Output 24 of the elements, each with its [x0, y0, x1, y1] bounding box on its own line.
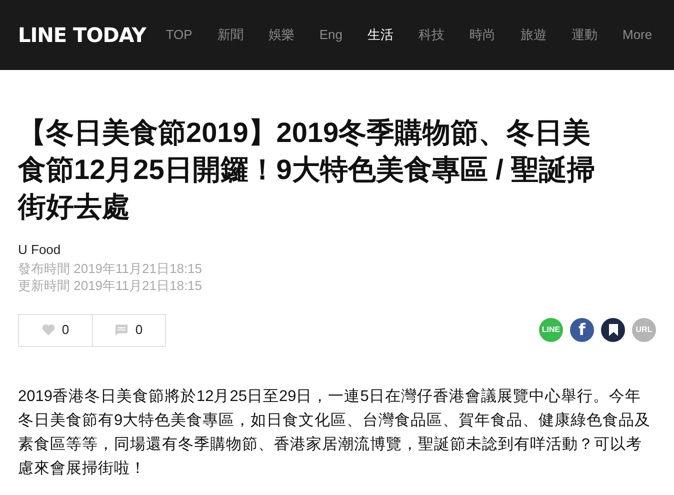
article-title: 【冬日美食節2019】2019冬季購物節、冬日美食節12月25日開鑼！9大特色美食專區 / 聖誕掃街好去處: [18, 116, 596, 224]
nav-tab[interactable]: 生活: [367, 25, 394, 45]
bookmark-icon: [608, 324, 618, 336]
nav-tab[interactable]: 時尚: [469, 25, 496, 45]
line-share-button[interactable]: LINE: [539, 318, 563, 342]
bookmark-button[interactable]: [601, 318, 625, 342]
comment-button[interactable]: 0: [92, 314, 165, 346]
update-time: 更新時間 2019年11月21日18:15: [18, 276, 204, 294]
nav-tab[interactable]: More: [622, 25, 652, 45]
like-button[interactable]: 0: [19, 314, 92, 346]
author-name: U Food: [18, 241, 62, 259]
nav-tab[interactable]: 娛樂: [268, 25, 294, 45]
nav-tab[interactable]: 運動: [571, 25, 598, 45]
article-body: 2019香港冬日美食節將於12月25日至29日，一連5日在灣仔香港會議展覽中心舉行。今年冬日美食節有9大特色美食專區，如日食文化區、台灣食品區、賀年食品、健康綠色食品及素食區等等，同場還有冬季購物節、香港家居潮流博覽，聖誕節未諗到有咩活動？可以考慮來會展掃街啦！: [18, 386, 652, 478]
nav-tab[interactable]: TOP: [166, 25, 192, 45]
nav-tab[interactable]: 科技: [418, 25, 444, 45]
heart-icon: [42, 324, 55, 336]
facebook-share-button[interactable]: f: [570, 318, 594, 342]
publish-time: 發布時間 2019年11月21日18:15: [18, 260, 204, 276]
nav-tab[interactable]: 旅遊: [520, 25, 546, 45]
nav-tab[interactable]: 新聞: [217, 25, 244, 45]
logo[interactable]: LINE TODAY: [18, 20, 146, 50]
nav-tab[interactable]: Eng: [319, 25, 342, 45]
comment-icon: [115, 324, 128, 336]
